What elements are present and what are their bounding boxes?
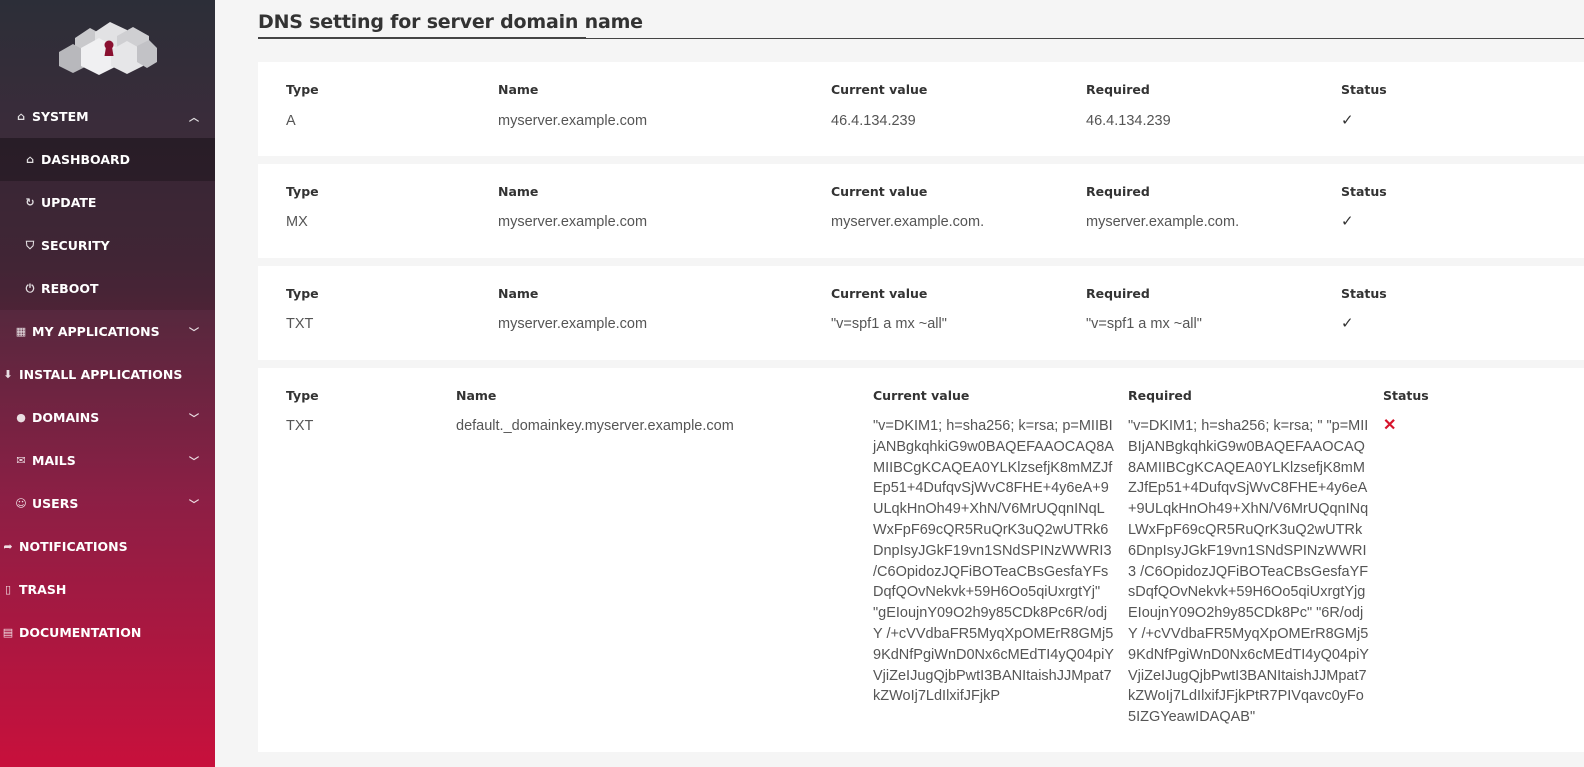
sidebar-item-system[interactable]: ⌂ SYSTEM ︿ (0, 95, 215, 138)
dns-record-card: Type Name Current value Required Status … (258, 62, 1584, 156)
chevron-down-icon: ﹀ (189, 500, 199, 511)
status-ok-icon: ✓ (1341, 213, 1354, 230)
sidebar-item-mails[interactable]: ✉ MAILS ﹀ (0, 439, 215, 482)
status-ok-icon: ✓ (1341, 112, 1354, 129)
dns-record-card: Type Name Current value Required Status … (258, 164, 1584, 258)
name-header: Name (498, 82, 539, 97)
record-name: myserver.example.com (498, 214, 648, 230)
current-value-header: Current value (831, 286, 928, 301)
sidebar-item-my-applications[interactable]: ▦ MY APPLICATIONS ﹀ (0, 310, 215, 353)
chevron-down-icon: ﹀ (189, 328, 199, 339)
record-required-value: 46.4.134.239 (1086, 113, 1171, 129)
dns-record-card: Type Name Current value Required Status … (258, 368, 1584, 752)
sidebar-item-label: NOTIFICATIONS (19, 539, 128, 554)
record-type: TXT (286, 316, 314, 332)
record-name: myserver.example.com (498, 316, 648, 332)
sidebar-item-update[interactable]: ↻ UPDATE (0, 181, 215, 224)
required-header: Required (1086, 82, 1150, 97)
refresh-icon: ↻ (25, 195, 35, 209)
sidebar-item-documentation[interactable]: ▤ DOCUMENTATION (0, 611, 215, 654)
sidebar-item-label: TRASH (19, 582, 67, 597)
sidebar: ⌂ SYSTEM ︿ ⌂ DASHBOARD ↻ UPDATE ⛉ SECURI… (0, 0, 215, 767)
status-error-icon: ✕ (1383, 417, 1397, 434)
sidebar-item-install-applications[interactable]: ⬇ INSTALL APPLICATIONS (0, 353, 215, 396)
envelope-icon: ✉ (16, 453, 26, 467)
sidebar-item-dashboard[interactable]: ⌂ DASHBOARD (0, 138, 215, 181)
sidebar-item-trash[interactable]: ▯ TRASH (0, 568, 215, 611)
required-header: Required (1128, 388, 1192, 403)
main-content: DNS setting for server domain name Type … (215, 0, 1584, 767)
sidebar-item-label: DOMAINS (32, 410, 100, 425)
record-required-value: myserver.example.com. (1086, 214, 1240, 230)
dns-record-card: Type Name Current value Required Status … (258, 266, 1584, 360)
type-header: Type (286, 82, 319, 97)
current-value-header: Current value (873, 388, 970, 403)
record-type: TXT (286, 418, 314, 434)
status-header: Status (1383, 388, 1429, 403)
chevron-down-icon: ﹀ (189, 457, 199, 468)
record-required-value: "v=DKIM1; h=sha256; k=rsa; " "p=MIIBIjAN… (1128, 418, 1369, 726)
home-icon: ⌂ (26, 152, 34, 166)
name-header: Name (498, 286, 539, 301)
share-icon: ➦ (3, 539, 13, 553)
sidebar-item-notifications[interactable]: ➦ NOTIFICATIONS (0, 525, 215, 568)
name-header: Name (498, 184, 539, 199)
download-icon: ⬇ (3, 367, 13, 381)
sidebar-item-label: SYSTEM (32, 109, 89, 124)
title-underline (258, 37, 586, 39)
chevron-up-icon: ︿ (189, 113, 199, 124)
sidebar-item-label: DASHBOARD (41, 152, 131, 167)
record-current-value: myserver.example.com. (831, 214, 985, 230)
sidebar-item-label: INSTALL APPLICATIONS (19, 367, 183, 382)
cloud-keyhole-logo[interactable] (55, 18, 159, 76)
record-required-value: "v=spf1 a mx ~all" (1086, 316, 1202, 332)
record-name: default._domainkey.myserver.example.com (456, 418, 734, 434)
sidebar-item-users[interactable]: ☺ USERS ﹀ (0, 482, 215, 525)
type-header: Type (286, 184, 319, 199)
current-value-header: Current value (831, 184, 928, 199)
grid-icon: ▦ (15, 324, 27, 338)
sidebar-item-label: USERS (32, 496, 79, 511)
type-header: Type (286, 388, 319, 403)
type-header: Type (286, 286, 319, 301)
record-type: A (286, 113, 296, 129)
required-header: Required (1086, 286, 1150, 301)
sidebar-item-domains[interactable]: ● DOMAINS ﹀ (0, 396, 215, 439)
current-value-header: Current value (831, 82, 928, 97)
record-type: MX (286, 214, 308, 230)
users-icon: ☺ (15, 496, 27, 510)
sidebar-item-label: MY APPLICATIONS (32, 324, 160, 339)
required-header: Required (1086, 184, 1150, 199)
sidebar-item-security[interactable]: ⛉ SECURITY (0, 224, 215, 267)
sidebar-item-label: SECURITY (41, 238, 110, 253)
sidebar-item-label: MAILS (32, 453, 76, 468)
shield-icon: ⛉ (25, 238, 35, 252)
power-icon: ⏻ (25, 281, 35, 295)
record-current-value: 46.4.134.239 (831, 113, 916, 129)
status-ok-icon: ✓ (1341, 315, 1354, 332)
sidebar-item-label: DOCUMENTATION (19, 625, 142, 640)
name-header: Name (456, 388, 497, 403)
chevron-down-icon: ﹀ (189, 414, 199, 425)
book-icon: ▤ (2, 625, 14, 639)
home-icon: ⌂ (17, 109, 25, 123)
status-header: Status (1341, 82, 1387, 97)
status-header: Status (1341, 286, 1387, 301)
page-title: DNS setting for server domain name (258, 11, 643, 33)
trash-icon: ▯ (4, 582, 12, 596)
sidebar-item-label: UPDATE (41, 195, 97, 210)
sidebar-nav: ⌂ SYSTEM ︿ ⌂ DASHBOARD ↻ UPDATE ⛉ SECURI… (0, 95, 215, 654)
record-current-value: "v=spf1 a mx ~all" (831, 316, 947, 332)
record-current-value: "v=DKIM1; h=sha256; k=rsa; p=MIIBIjANBgk… (873, 418, 1114, 705)
status-header: Status (1341, 184, 1387, 199)
globe-icon: ● (16, 410, 26, 424)
sidebar-item-reboot[interactable]: ⏻ REBOOT (0, 267, 215, 310)
sidebar-item-label: REBOOT (41, 281, 99, 296)
record-name: myserver.example.com (498, 113, 648, 129)
